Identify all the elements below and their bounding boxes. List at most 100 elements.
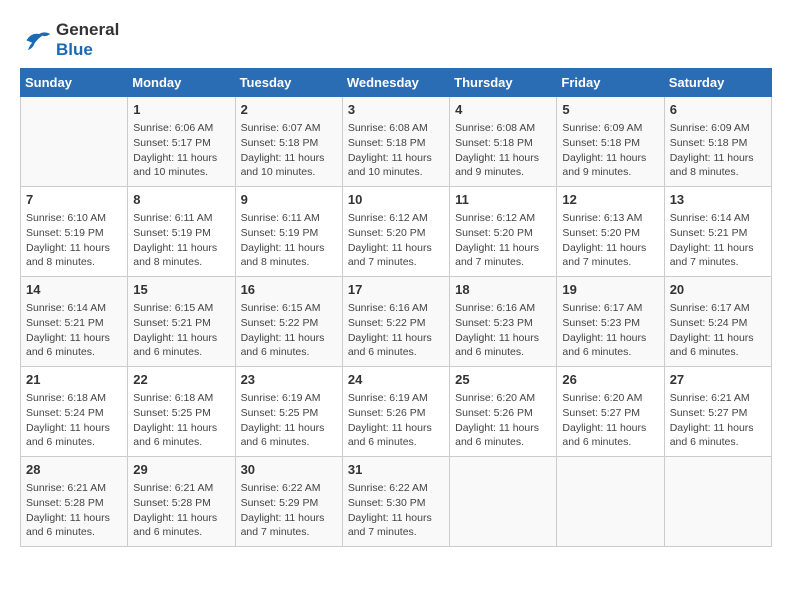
day-number: 6 xyxy=(670,101,766,119)
day-info: Sunrise: 6:15 AM Sunset: 5:22 PM Dayligh… xyxy=(241,301,337,360)
day-cell: 29 Sunrise: 6:21 AM Sunset: 5:28 PM Dayli… xyxy=(128,457,235,547)
day-info: Sunrise: 6:16 AM Sunset: 5:23 PM Dayligh… xyxy=(455,301,551,360)
day-info: Sunrise: 6:10 AM Sunset: 5:19 PM Dayligh… xyxy=(26,211,122,270)
day-number: 9 xyxy=(241,191,337,209)
day-info: Sunrise: 6:15 AM Sunset: 5:21 PM Dayligh… xyxy=(133,301,229,360)
day-info: Sunrise: 6:11 AM Sunset: 5:19 PM Dayligh… xyxy=(241,211,337,270)
day-number: 17 xyxy=(348,281,444,299)
day-number: 28 xyxy=(26,461,122,479)
day-number: 3 xyxy=(348,101,444,119)
day-number: 16 xyxy=(241,281,337,299)
day-cell: 13 Sunrise: 6:14 AM Sunset: 5:21 PM Dayli… xyxy=(664,187,771,277)
day-cell: 24 Sunrise: 6:19 AM Sunset: 5:26 PM Dayli… xyxy=(342,367,449,457)
day-cell: 3 Sunrise: 6:08 AM Sunset: 5:18 PM Daylig… xyxy=(342,97,449,187)
day-number: 20 xyxy=(670,281,766,299)
day-info: Sunrise: 6:19 AM Sunset: 5:25 PM Dayligh… xyxy=(241,391,337,450)
week-row-2: 14 Sunrise: 6:14 AM Sunset: 5:21 PM Dayli… xyxy=(21,277,772,367)
day-info: Sunrise: 6:18 AM Sunset: 5:24 PM Dayligh… xyxy=(26,391,122,450)
day-cell: 11 Sunrise: 6:12 AM Sunset: 5:20 PM Dayli… xyxy=(450,187,557,277)
day-cell: 16 Sunrise: 6:15 AM Sunset: 5:22 PM Dayli… xyxy=(235,277,342,367)
week-row-3: 21Sunrise: 6:18 AM Sunset: 5:24 PM Dayli… xyxy=(21,367,772,457)
day-info: Sunrise: 6:09 AM Sunset: 5:18 PM Dayligh… xyxy=(670,121,766,180)
day-info: Sunrise: 6:21 AM Sunset: 5:28 PM Dayligh… xyxy=(26,481,122,540)
day-cell: 14 Sunrise: 6:14 AM Sunset: 5:21 PM Dayli… xyxy=(21,277,128,367)
day-cell: 4 Sunrise: 6:08 AM Sunset: 5:18 PM Daylig… xyxy=(450,97,557,187)
day-number: 30 xyxy=(241,461,337,479)
header-cell-tuesday: Tuesday xyxy=(235,69,342,97)
day-info: Sunrise: 6:14 AM Sunset: 5:21 PM Dayligh… xyxy=(670,211,766,270)
day-number: 13 xyxy=(670,191,766,209)
day-number: 29 xyxy=(133,461,229,479)
day-number: 7 xyxy=(26,191,122,209)
day-number: 23 xyxy=(241,371,337,389)
page-header: General Blue xyxy=(20,20,772,60)
day-info: Sunrise: 6:11 AM Sunset: 5:19 PM Dayligh… xyxy=(133,211,229,270)
day-number: 15 xyxy=(133,281,229,299)
header-cell-sunday: Sunday xyxy=(21,69,128,97)
day-number: 24 xyxy=(348,371,444,389)
day-cell: 17 Sunrise: 6:16 AM Sunset: 5:22 PM Dayli… xyxy=(342,277,449,367)
logo-icon xyxy=(20,26,52,54)
day-number: 31 xyxy=(348,461,444,479)
day-number: 10 xyxy=(348,191,444,209)
day-cell: 9 Sunrise: 6:11 AM Sunset: 5:19 PM Daylig… xyxy=(235,187,342,277)
day-cell xyxy=(450,457,557,547)
day-info: Sunrise: 6:19 AM Sunset: 5:26 PM Dayligh… xyxy=(348,391,444,450)
day-number: 25 xyxy=(455,371,551,389)
day-info: Sunrise: 6:16 AM Sunset: 5:22 PM Dayligh… xyxy=(348,301,444,360)
day-info: Sunrise: 6:09 AM Sunset: 5:18 PM Dayligh… xyxy=(562,121,658,180)
calendar-body: 1 Sunrise: 6:06 AM Sunset: 5:17 PM Daylig… xyxy=(21,97,772,547)
day-info: Sunrise: 6:14 AM Sunset: 5:21 PM Dayligh… xyxy=(26,301,122,360)
day-cell: 30 Sunrise: 6:22 AM Sunset: 5:29 PM Dayli… xyxy=(235,457,342,547)
day-cell: 10Sunrise: 6:12 AM Sunset: 5:20 PM Dayli… xyxy=(342,187,449,277)
day-info: Sunrise: 6:21 AM Sunset: 5:28 PM Dayligh… xyxy=(133,481,229,540)
week-row-1: 7 Sunrise: 6:10 AM Sunset: 5:19 PM Daylig… xyxy=(21,187,772,277)
calendar-table: SundayMondayTuesdayWednesdayThursdayFrid… xyxy=(20,68,772,547)
day-number: 4 xyxy=(455,101,551,119)
day-info: Sunrise: 6:18 AM Sunset: 5:25 PM Dayligh… xyxy=(133,391,229,450)
day-number: 14 xyxy=(26,281,122,299)
day-info: Sunrise: 6:12 AM Sunset: 5:20 PM Dayligh… xyxy=(455,211,551,270)
day-cell: 22Sunrise: 6:18 AM Sunset: 5:25 PM Dayli… xyxy=(128,367,235,457)
day-cell: 2 Sunrise: 6:07 AM Sunset: 5:18 PM Daylig… xyxy=(235,97,342,187)
day-cell: 6 Sunrise: 6:09 AM Sunset: 5:18 PM Daylig… xyxy=(664,97,771,187)
header-cell-thursday: Thursday xyxy=(450,69,557,97)
day-number: 2 xyxy=(241,101,337,119)
day-cell: 20 Sunrise: 6:17 AM Sunset: 5:24 PM Dayli… xyxy=(664,277,771,367)
day-number: 1 xyxy=(133,101,229,119)
day-number: 27 xyxy=(670,371,766,389)
day-cell: 25 Sunrise: 6:20 AM Sunset: 5:26 PM Dayli… xyxy=(450,367,557,457)
header-row: SundayMondayTuesdayWednesdayThursdayFrid… xyxy=(21,69,772,97)
day-cell xyxy=(21,97,128,187)
day-info: Sunrise: 6:20 AM Sunset: 5:26 PM Dayligh… xyxy=(455,391,551,450)
day-cell: 19Sunrise: 6:17 AM Sunset: 5:23 PM Dayli… xyxy=(557,277,664,367)
day-cell: 5 Sunrise: 6:09 AM Sunset: 5:18 PM Daylig… xyxy=(557,97,664,187)
day-info: Sunrise: 6:06 AM Sunset: 5:17 PM Dayligh… xyxy=(133,121,229,180)
day-info: Sunrise: 6:07 AM Sunset: 5:18 PM Dayligh… xyxy=(241,121,337,180)
day-cell: 21Sunrise: 6:18 AM Sunset: 5:24 PM Dayli… xyxy=(21,367,128,457)
day-cell: 1 Sunrise: 6:06 AM Sunset: 5:17 PM Daylig… xyxy=(128,97,235,187)
logo-text: General Blue xyxy=(56,20,119,60)
day-info: Sunrise: 6:20 AM Sunset: 5:27 PM Dayligh… xyxy=(562,391,658,450)
day-info: Sunrise: 6:17 AM Sunset: 5:24 PM Dayligh… xyxy=(670,301,766,360)
day-info: Sunrise: 6:08 AM Sunset: 5:18 PM Dayligh… xyxy=(455,121,551,180)
week-row-4: 28 Sunrise: 6:21 AM Sunset: 5:28 PM Dayli… xyxy=(21,457,772,547)
day-number: 8 xyxy=(133,191,229,209)
day-info: Sunrise: 6:21 AM Sunset: 5:27 PM Dayligh… xyxy=(670,391,766,450)
day-number: 19 xyxy=(562,281,658,299)
calendar-header: SundayMondayTuesdayWednesdayThursdayFrid… xyxy=(21,69,772,97)
day-cell xyxy=(664,457,771,547)
day-info: Sunrise: 6:08 AM Sunset: 5:18 PM Dayligh… xyxy=(348,121,444,180)
header-cell-saturday: Saturday xyxy=(664,69,771,97)
day-number: 11 xyxy=(455,191,551,209)
week-row-0: 1 Sunrise: 6:06 AM Sunset: 5:17 PM Daylig… xyxy=(21,97,772,187)
day-number: 5 xyxy=(562,101,658,119)
logo: General Blue xyxy=(20,20,119,60)
header-cell-friday: Friday xyxy=(557,69,664,97)
header-cell-monday: Monday xyxy=(128,69,235,97)
day-number: 12 xyxy=(562,191,658,209)
day-cell: 28 Sunrise: 6:21 AM Sunset: 5:28 PM Dayli… xyxy=(21,457,128,547)
header-cell-wednesday: Wednesday xyxy=(342,69,449,97)
day-info: Sunrise: 6:22 AM Sunset: 5:29 PM Dayligh… xyxy=(241,481,337,540)
day-number: 26 xyxy=(562,371,658,389)
